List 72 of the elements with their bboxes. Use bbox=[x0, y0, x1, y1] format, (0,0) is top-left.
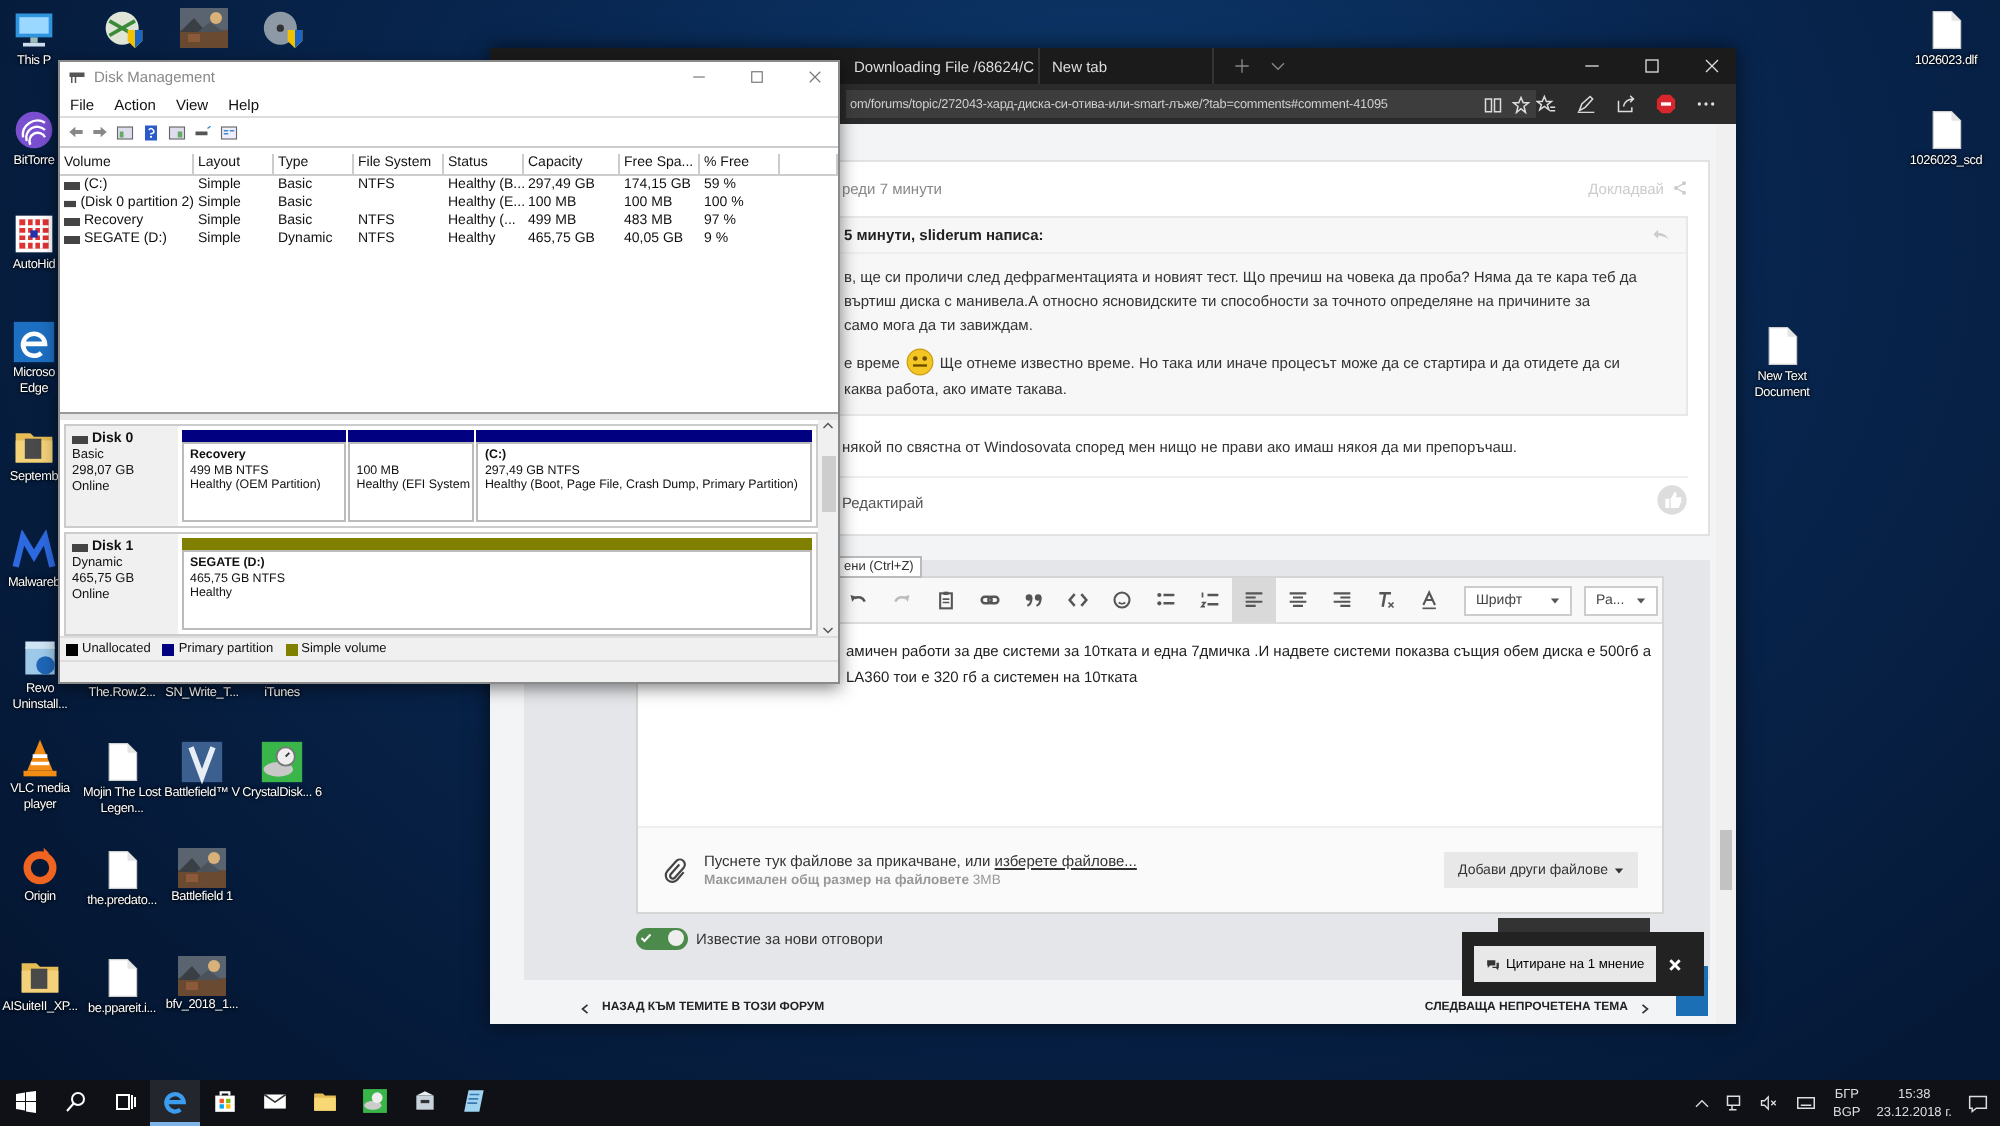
favorites-icon[interactable] bbox=[1536, 94, 1556, 114]
windows-icon[interactable] bbox=[13, 1089, 37, 1113]
help-icon[interactable] bbox=[142, 123, 160, 141]
sphere-icon[interactable] bbox=[102, 8, 146, 52]
muted-speaker-icon[interactable] bbox=[1759, 1094, 1778, 1112]
drive-icon bbox=[72, 544, 88, 552]
clipboard-icon bbox=[936, 590, 956, 610]
chevron-left-icon[interactable] bbox=[580, 1001, 590, 1015]
check-icon bbox=[640, 932, 652, 944]
clear-format-icon bbox=[1376, 590, 1396, 610]
monitor-icon[interactable] bbox=[12, 8, 56, 52]
taskbar-button[interactable] bbox=[150, 1080, 200, 1126]
notepad-icon[interactable] bbox=[462, 1088, 488, 1114]
plus-icon[interactable] bbox=[1234, 58, 1250, 74]
disk-management-icon bbox=[68, 68, 86, 86]
chat-icon bbox=[1486, 957, 1500, 971]
network-icon[interactable] bbox=[1725, 1094, 1744, 1112]
code-icon bbox=[1068, 590, 1088, 610]
text-color-icon bbox=[1420, 590, 1440, 610]
keyboard-icon[interactable] bbox=[1793, 1094, 1818, 1112]
forward-icon[interactable] bbox=[92, 124, 108, 140]
toggle-switch[interactable] bbox=[636, 927, 688, 949]
bullet-list-icon bbox=[1156, 590, 1176, 610]
stopwatch-icon[interactable] bbox=[362, 1088, 388, 1114]
thumbs-up-icon[interactable] bbox=[1656, 484, 1688, 516]
search-icon[interactable] bbox=[63, 1089, 87, 1113]
toolbar-button[interactable] bbox=[1232, 578, 1276, 622]
notification-icon[interactable] bbox=[1968, 1093, 1988, 1113]
disk-icon[interactable] bbox=[194, 123, 212, 141]
browser-icon[interactable] bbox=[12, 320, 56, 364]
swirl-icon[interactable] bbox=[12, 108, 56, 152]
ring-icon[interactable] bbox=[18, 844, 62, 888]
grid-icon[interactable] bbox=[12, 212, 56, 256]
star-icon[interactable] bbox=[1512, 95, 1530, 113]
caret-icon bbox=[1636, 595, 1647, 605]
smiley-icon bbox=[1112, 590, 1132, 610]
task-view-icon[interactable] bbox=[113, 1089, 137, 1113]
drive-icon bbox=[72, 436, 88, 444]
back-icon[interactable] bbox=[68, 124, 84, 140]
paperclip-icon bbox=[662, 857, 688, 883]
scrollbar[interactable] bbox=[818, 420, 838, 636]
link-icon bbox=[980, 590, 1000, 610]
book-icon[interactable] bbox=[1484, 95, 1502, 113]
caret-icon bbox=[1550, 595, 1561, 605]
stop-sign-icon[interactable] bbox=[1656, 94, 1676, 114]
pen-icon[interactable] bbox=[1576, 94, 1596, 114]
chevron-right-icon[interactable] bbox=[1640, 1001, 1650, 1015]
maximize-icon[interactable] bbox=[750, 70, 764, 84]
up-caret-icon[interactable] bbox=[1693, 1095, 1710, 1111]
list-icon[interactable] bbox=[220, 123, 238, 141]
stopwatch-icon[interactable] bbox=[260, 740, 304, 784]
quote-icon bbox=[1024, 590, 1044, 610]
box-icon[interactable] bbox=[412, 1088, 438, 1114]
align-right-icon bbox=[1332, 590, 1352, 610]
disc-icon[interactable] bbox=[262, 8, 306, 52]
down-caret-icon[interactable] bbox=[822, 624, 834, 636]
reply-arrow-icon bbox=[1652, 226, 1670, 244]
align-left-icon bbox=[1244, 590, 1264, 610]
chevron-icon[interactable] bbox=[1270, 58, 1286, 74]
share-icon[interactable] bbox=[1616, 94, 1636, 114]
caret-icon bbox=[1614, 865, 1624, 875]
align-center-icon bbox=[1288, 590, 1308, 610]
cone-icon[interactable] bbox=[18, 736, 62, 780]
numbered-list-icon bbox=[1200, 590, 1220, 610]
emoji-icon bbox=[905, 348, 934, 376]
tile-icon[interactable] bbox=[180, 740, 224, 784]
folder-icon[interactable] bbox=[312, 1088, 338, 1114]
bag-icon[interactable] bbox=[212, 1088, 238, 1114]
mail-icon[interactable] bbox=[262, 1088, 288, 1114]
scrollbar[interactable] bbox=[1716, 124, 1736, 1024]
panel-icon[interactable] bbox=[116, 123, 134, 141]
panel-icon[interactable] bbox=[168, 123, 186, 141]
